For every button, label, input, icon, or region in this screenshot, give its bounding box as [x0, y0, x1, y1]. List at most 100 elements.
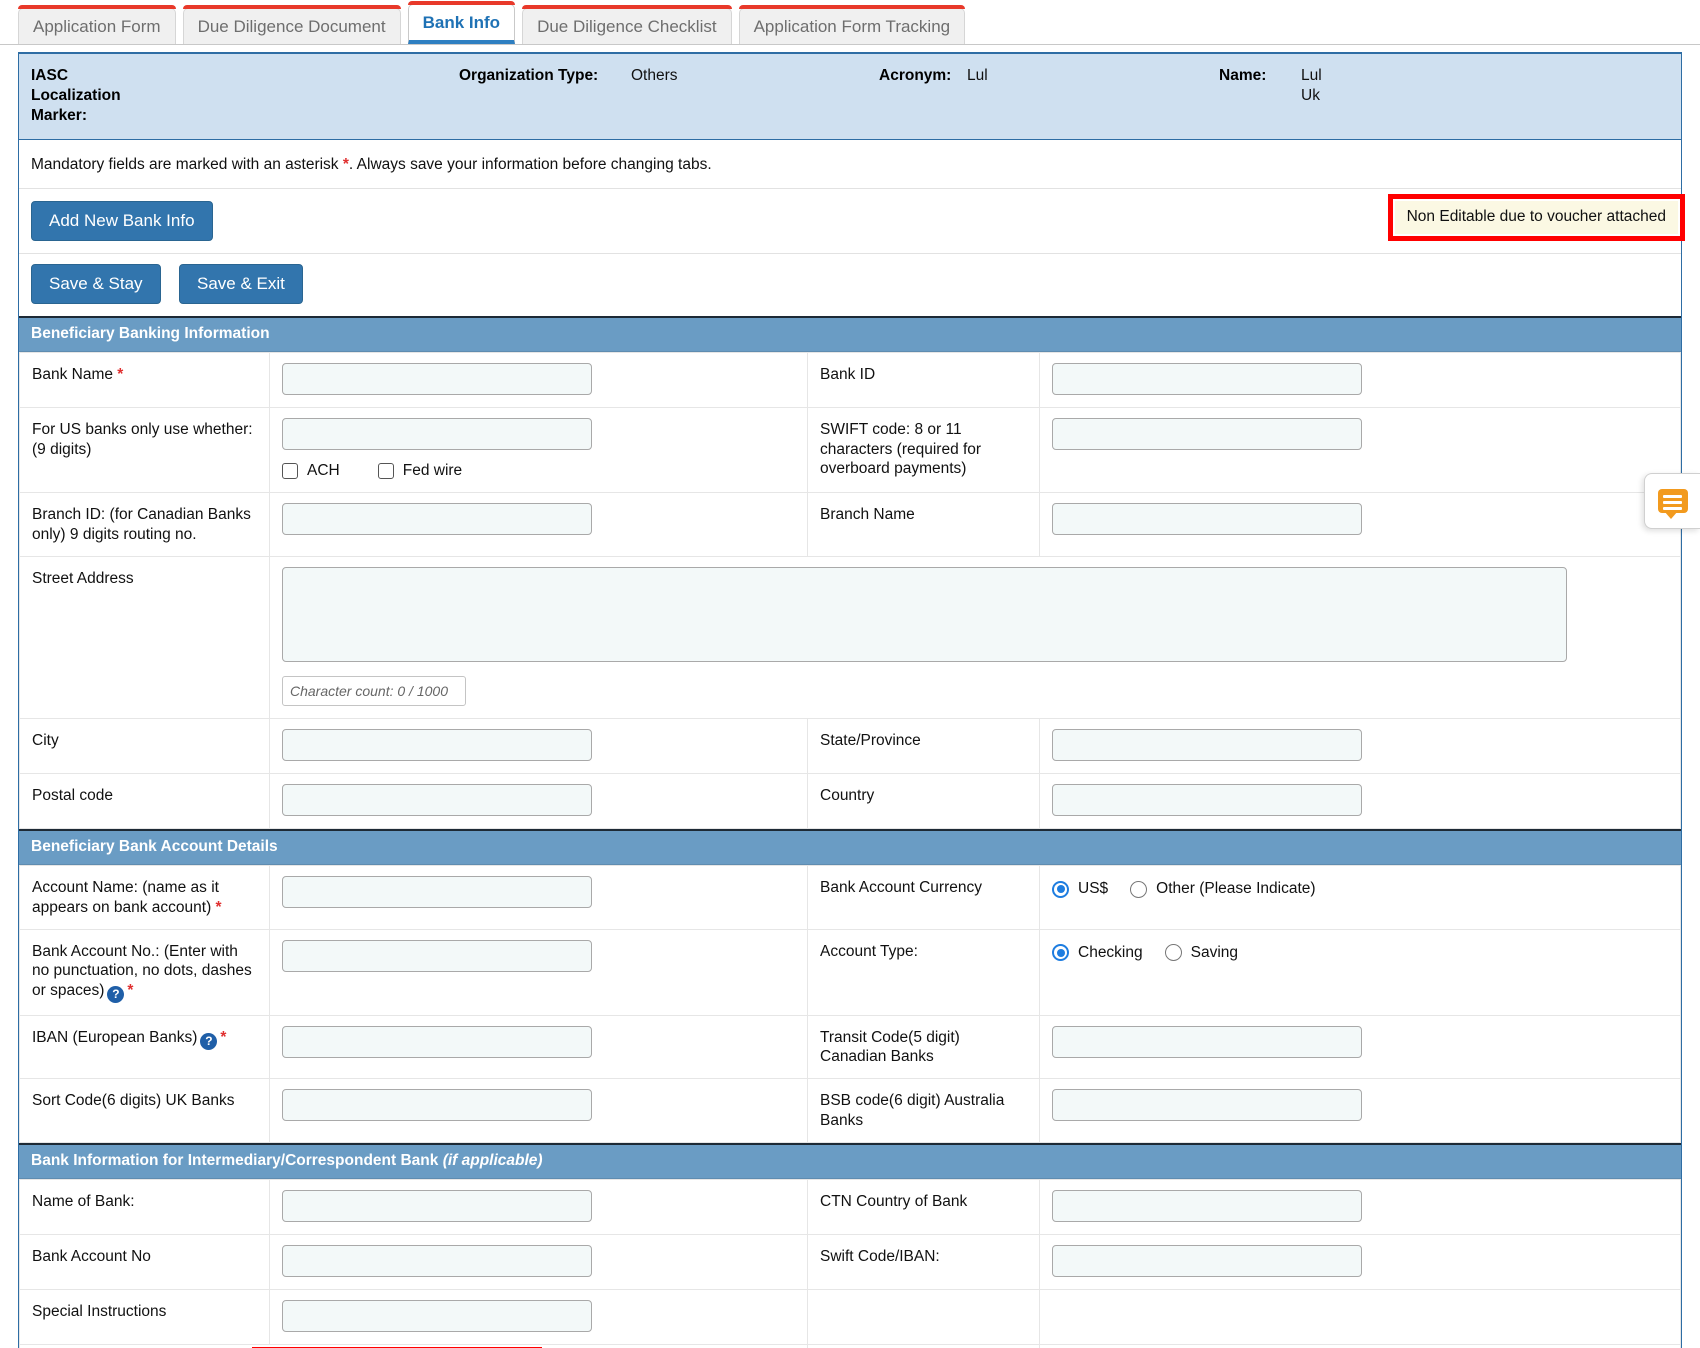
- intermediary-bank-account-no-input[interactable]: [282, 1245, 592, 1278]
- save-and-stay-button-top[interactable]: Save & Stay: [31, 264, 161, 305]
- mandatory-fields-notice: Mandatory fields are marked with an aste…: [19, 140, 1681, 190]
- account-type-saving-radio[interactable]: [1164, 944, 1182, 962]
- iban-label: IBAN (European Banks)? *: [20, 1016, 269, 1062]
- add-new-bank-info-button[interactable]: Add New Bank Info: [31, 201, 213, 242]
- account-name-label-text: Account Name: (name as it appears on ban…: [32, 879, 219, 916]
- name-of-bank-input[interactable]: [282, 1190, 592, 1223]
- organization-type-label: Organization Type:: [459, 67, 599, 84]
- transit-code-label: Transit Code(5 digit) Canadian Banks: [820, 1028, 960, 1066]
- intermediary-header-italic: (if applicable): [442, 1152, 543, 1170]
- tab-bar: Application Form Due Diligence Document …: [0, 0, 1700, 45]
- city-input[interactable]: [282, 729, 592, 762]
- branch-id-label: Branch ID: (for Canadian Banks only) 9 d…: [32, 506, 251, 543]
- account-type-checking-label: Checking: [1078, 943, 1143, 961]
- tab-due-diligence-document[interactable]: Due Diligence Document: [182, 5, 401, 44]
- sort-code-input[interactable]: [282, 1089, 592, 1122]
- row-sort-bsb: Sort Code(6 digits) UK Banks BSB code(6 …: [19, 1078, 1681, 1144]
- name-of-bank-label: Name of Bank:: [32, 1193, 135, 1211]
- intermediary-header-main: Bank Information for Intermediary/Corres…: [31, 1152, 443, 1170]
- organization-header-bar: IASC Localization Marker: Organization T…: [19, 54, 1681, 141]
- tab-label: Bank Info: [422, 12, 501, 32]
- tab-application-form[interactable]: Application Form: [18, 5, 176, 44]
- row-account-name: Account Name: (name as it appears on ban…: [19, 865, 1681, 930]
- bank-info-panel: IASC Localization Marker: Organization T…: [18, 52, 1685, 1348]
- country-label: Country: [820, 787, 875, 805]
- organization-name-line-2: Uk: [1301, 86, 1320, 104]
- us-banks-routing-input[interactable]: [282, 418, 592, 451]
- chat-bubble-icon: [1657, 489, 1688, 519]
- iban-label-text: IBAN (European Banks): [32, 1028, 198, 1046]
- bank-account-no-input[interactable]: [282, 939, 592, 972]
- swift-code-input[interactable]: [1052, 418, 1362, 451]
- bank-account-currency-label: Bank Account Currency: [820, 879, 982, 897]
- special-instructions-input[interactable]: [282, 1300, 592, 1333]
- section-header-bank-account-details: Beneficiary Bank Account Details: [19, 829, 1681, 866]
- top-save-toolbar: Save & Stay Save & Exit: [19, 254, 1681, 316]
- organization-name-value: Lul Uk: [1301, 66, 1322, 106]
- iban-input[interactable]: [282, 1025, 592, 1058]
- iasc-localization-marker-label: IASC Localization Marker:: [31, 67, 121, 124]
- currency-usd-radio[interactable]: [1052, 880, 1069, 898]
- bsb-code-input[interactable]: [1052, 1089, 1362, 1122]
- us-banks-routing-label: For US banks only use whether:(9 digits): [32, 421, 253, 458]
- account-type-checking-option[interactable]: Checking: [1052, 944, 1143, 962]
- help-icon[interactable]: ?: [107, 985, 125, 1003]
- add-bank-toolbar: Add New Bank Info Non Editable due to vo…: [19, 189, 1685, 255]
- ctn-country-of-bank-label: CTN Country of Bank: [820, 1193, 968, 1211]
- ach-checkbox[interactable]: [282, 463, 298, 480]
- row-postal-country: Postal code Country: [19, 773, 1681, 830]
- row-us-banks: For US banks only use whether:(9 digits)…: [19, 407, 1681, 494]
- section-header-intermediary-bank: Bank Information for Intermediary/Corres…: [19, 1143, 1681, 1180]
- beneficiary-banking-grid: Bank Name * Bank ID For US banks only us…: [19, 352, 1681, 830]
- bank-account-no-label-text: Bank Account No.: (Enter with no punctua…: [32, 942, 252, 999]
- special-instructions-spacer: [808, 1290, 1039, 1333]
- ach-label: ACH: [307, 462, 340, 480]
- account-type-checking-radio[interactable]: [1052, 944, 1069, 962]
- tab-label: Due Diligence Checklist: [537, 16, 717, 36]
- state-province-input[interactable]: [1052, 729, 1362, 762]
- account-type-saving-label: Saving: [1190, 943, 1239, 961]
- ctn-country-of-bank-input[interactable]: [1052, 1190, 1362, 1223]
- bank-name-input[interactable]: [282, 363, 592, 396]
- help-icon[interactable]: ?: [200, 1032, 218, 1050]
- currency-other-option[interactable]: Other (Please Indicate): [1130, 880, 1316, 898]
- account-name-label: Account Name: (name as it appears on ban…: [20, 866, 269, 929]
- postal-code-label: Postal code: [32, 787, 113, 805]
- bsb-code-label: BSB code(6 digit) Australia Banks: [820, 1092, 1005, 1129]
- fed-wire-checkbox[interactable]: [377, 463, 394, 480]
- ach-checkbox-wrapper[interactable]: ACH: [282, 462, 340, 480]
- swift-code-label: SWIFT code: 8 or 11 characters (required…: [820, 421, 982, 478]
- street-address-textarea[interactable]: [282, 567, 1567, 663]
- branch-id-input[interactable]: [282, 503, 592, 536]
- country-input[interactable]: [1052, 784, 1362, 817]
- organization-type-cell: Organization Type: Others: [459, 66, 879, 86]
- branch-name-input[interactable]: [1052, 503, 1362, 536]
- organization-name-cell: Name: Lul Uk: [1219, 66, 1681, 106]
- fed-wire-label: Fed wire: [402, 462, 463, 480]
- swift-code-iban-input[interactable]: [1052, 1245, 1362, 1278]
- tab-label: Application Form Tracking: [753, 16, 951, 36]
- tab-application-form-tracking[interactable]: Application Form Tracking: [738, 5, 966, 44]
- currency-other-radio[interactable]: [1130, 880, 1148, 898]
- chat-bubble-lines: [1662, 495, 1682, 513]
- bank-info-body: Mandatory fields are marked with an aste…: [19, 140, 1685, 1348]
- fed-wire-checkbox-wrapper[interactable]: Fed wire: [377, 462, 463, 480]
- tab-due-diligence-checklist[interactable]: Due Diligence Checklist: [522, 5, 732, 44]
- chat-widget-button[interactable]: [1644, 473, 1700, 529]
- required-asterisk: *: [117, 366, 124, 384]
- save-and-exit-button-top[interactable]: Save & Exit: [179, 264, 303, 305]
- bank-name-label-text: Bank Name: [32, 366, 113, 384]
- row-name-of-bank: Name of Bank: CTN Country of Bank: [19, 1179, 1681, 1236]
- currency-usd-option[interactable]: US$: [1052, 880, 1108, 898]
- account-name-input[interactable]: [282, 876, 592, 909]
- bank-name-label: Bank Name *: [20, 353, 269, 396]
- required-asterisk: *: [127, 981, 134, 999]
- bank-id-input[interactable]: [1052, 363, 1362, 396]
- tab-bank-info[interactable]: Bank Info: [407, 1, 516, 44]
- tab-label: Due Diligence Document: [197, 16, 386, 36]
- transit-code-input[interactable]: [1052, 1025, 1362, 1058]
- postal-code-input[interactable]: [282, 784, 592, 817]
- account-type-saving-option[interactable]: Saving: [1164, 943, 1239, 962]
- row-branch: Branch ID: (for Canadian Banks only) 9 d…: [19, 492, 1681, 558]
- notice-prefix: Mandatory fields are marked with an aste…: [31, 156, 343, 174]
